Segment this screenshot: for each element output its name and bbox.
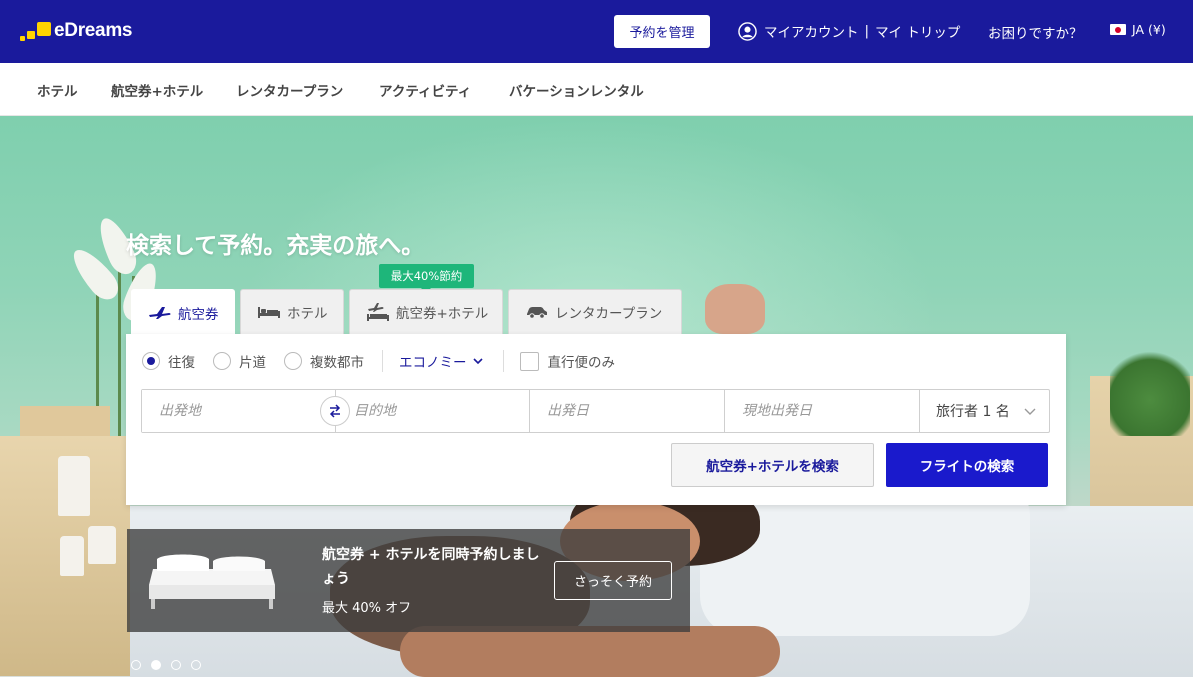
manage-booking-button[interactable]: 予約を管理 — [614, 15, 710, 48]
car-icon — [527, 307, 547, 319]
promo-banner: 航空券 + ホテルを同時予約しましょう 最大 40% オフ さっそく予約 — [127, 529, 690, 632]
shelf-top — [20, 406, 110, 436]
return-date-input[interactable] — [725, 390, 920, 432]
search-flight-hotel-button[interactable]: 航空券+ホテルを検索 — [671, 443, 874, 487]
carousel-dot-1[interactable] — [131, 660, 141, 670]
chevron-down-icon — [1024, 408, 1036, 415]
travelers-dropdown[interactable]: 旅行者 1 名 — [920, 390, 1049, 432]
trip-type-label: 往復 — [168, 355, 195, 371]
nav-item-hotels[interactable]: ホテル — [37, 80, 78, 100]
hero-title: 検索して予約。充実の旅へ。 — [126, 233, 425, 259]
departure-date-input[interactable] — [530, 390, 725, 432]
cabin-class-dropdown[interactable]: エコノミー — [399, 351, 485, 371]
candle — [58, 456, 90, 516]
candle — [60, 536, 84, 576]
tab-hotels-label: ホテル — [287, 306, 328, 322]
trip-type-one-way[interactable]: 片道 — [213, 351, 266, 371]
user-icon — [738, 21, 757, 41]
help-link[interactable]: お困りですか？ — [988, 22, 1083, 42]
logo-text: eDreams — [54, 20, 133, 41]
promo-subtitle: 最大 40% オフ — [322, 601, 412, 616]
tab-flights-label: 航空券 — [178, 306, 219, 323]
swap-locations-button[interactable] — [320, 396, 350, 426]
hero-section: 検索して予約。充実の旅へ。 最大40%節約 航空券 ホテル 航空券+ホテル レン… — [0, 116, 1193, 677]
cabin-class-label: エコノミー — [399, 355, 467, 371]
swap-arrows-icon — [329, 404, 341, 418]
trip-type-round-trip[interactable]: 往復 — [142, 351, 195, 371]
tab-flight-hotel[interactable]: 航空券+ホテル — [349, 289, 503, 334]
tab-hotels[interactable]: ホテル — [240, 289, 344, 334]
book-now-button[interactable]: さっそく予約 — [554, 561, 672, 600]
nav-item-car-rental[interactable]: レンタカープラン — [236, 80, 343, 100]
nav-item-flight-hotel[interactable]: 航空券+ホテル — [111, 80, 203, 100]
candle — [88, 526, 116, 564]
direct-flights-label: 直行便のみ — [547, 355, 616, 371]
divider — [382, 350, 383, 372]
language-selector[interactable]: JA (¥) — [1110, 22, 1166, 37]
edreams-logo[interactable]: eDreams — [20, 18, 132, 44]
bed-icon — [258, 307, 280, 318]
trip-options-row: 往復 片道 複数都市 エコノミー 直行便のみ — [142, 350, 615, 372]
divider — [502, 350, 504, 372]
bed-illustration — [149, 554, 275, 609]
radio-icon — [284, 352, 302, 370]
tab-flight-hotel-label: 航空券+ホテル — [396, 306, 489, 322]
my-account-link[interactable]: マイアカウント — [764, 21, 859, 41]
search-flights-button[interactable]: フライトの検索 — [886, 443, 1048, 487]
origin-input[interactable] — [142, 390, 336, 432]
flight-search-form: 往復 片道 複数都市 エコノミー 直行便のみ 出発地 目的地 出発日 現地出発日… — [126, 334, 1066, 505]
logo-mark-icon — [20, 18, 52, 44]
tab-flights[interactable]: 航空券 — [131, 289, 235, 335]
language-label: JA (¥) — [1132, 22, 1166, 37]
my-trips-link[interactable]: マイ トリップ — [875, 21, 960, 41]
carousel-dots — [131, 660, 211, 670]
chevron-down-icon — [472, 358, 483, 365]
promo-title: 航空券 + ホテルを同時予約しましょう — [322, 547, 540, 587]
direct-flights-checkbox[interactable]: 直行便のみ — [519, 351, 616, 371]
flight-hotel-icon — [367, 303, 389, 321]
product-nav: ホテル 航空券+ホテル レンタカープラン アクティビティ バケーションレンタル — [0, 63, 1193, 116]
search-fields: 旅行者 1 名 — [141, 389, 1050, 433]
japan-flag-icon — [1110, 24, 1126, 35]
trip-type-label: 複数都市 — [310, 355, 364, 371]
airplane-icon — [149, 306, 171, 319]
radio-selected-icon — [142, 352, 160, 370]
tab-car-rental[interactable]: レンタカープラン — [508, 289, 682, 334]
nav-item-activities[interactable]: アクティビティ — [379, 80, 471, 100]
tab-car-rental-label: レンタカープラン — [555, 306, 663, 322]
account-menu[interactable]: マイアカウント | マイ トリップ — [738, 20, 960, 42]
travelers-label: 旅行者 1 名 — [936, 404, 1010, 420]
top-header: eDreams 予約を管理 マイアカウント | マイ トリップ お困りですか？ … — [0, 0, 1193, 63]
trip-type-multi-city[interactable]: 複数都市 — [284, 351, 364, 371]
destination-input[interactable] — [336, 390, 530, 432]
nav-item-vacation-rentals[interactable]: バケーションレンタル — [509, 80, 644, 100]
account-separator: | — [864, 23, 870, 39]
foot — [705, 284, 765, 334]
carousel-dot-3[interactable] — [171, 660, 181, 670]
trip-type-label: 片道 — [239, 355, 266, 371]
person-arm — [400, 626, 780, 677]
carousel-dot-2[interactable] — [151, 660, 161, 670]
checkbox-icon — [519, 351, 539, 371]
plant — [1110, 346, 1190, 436]
radio-icon — [213, 352, 231, 370]
savings-badge: 最大40%節約 — [379, 264, 474, 293]
carousel-dot-4[interactable] — [191, 660, 201, 670]
